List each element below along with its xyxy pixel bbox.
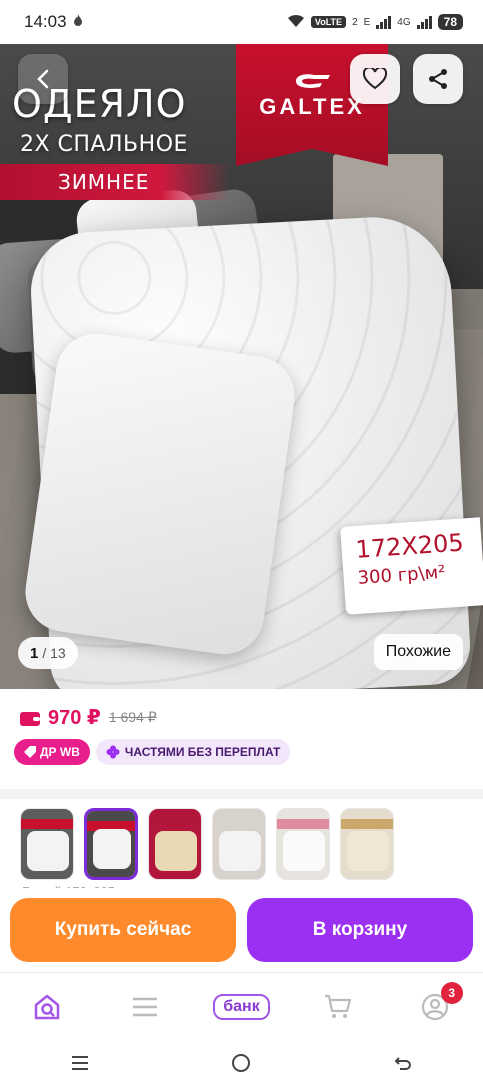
bank-label: банк (213, 993, 270, 1020)
image-counter-total: / 13 (42, 645, 66, 661)
favorite-button[interactable] (350, 54, 400, 104)
buy-now-button[interactable]: Купить сейчас (10, 898, 236, 962)
wallet-icon (20, 711, 40, 726)
flame-icon (73, 14, 83, 30)
nav-bank[interactable]: банк (211, 982, 271, 1032)
back-arrow-icon[interactable] (394, 1055, 412, 1076)
variant-thumb[interactable] (212, 808, 266, 880)
price-row: 970 ₽ 1 694 ₽ (20, 705, 157, 730)
size-density: 300 гр\м² (356, 561, 447, 589)
cart-icon (325, 994, 352, 1018)
nav-catalog[interactable] (115, 982, 175, 1032)
nav-cart[interactable] (308, 982, 368, 1032)
variant-thumb[interactable] (340, 808, 394, 880)
system-navigation (0, 1040, 483, 1090)
size-tag: 172X205 300 гр\м² (340, 517, 483, 615)
share-icon (429, 69, 447, 89)
status-indicators: VoLTE 2 E 4G 78 (287, 14, 463, 31)
bottom-nav: банк 3 (0, 972, 483, 1040)
promo-subtitle: 2Х СПАЛЬНОЕ (20, 132, 188, 157)
status-bar: 14:03 VoLTE 2 E 4G 78 (0, 0, 483, 44)
menu-icon (132, 997, 157, 1016)
variant-thumb-selected[interactable] (84, 808, 138, 880)
current-price: 970 ₽ (48, 707, 101, 729)
section-divider (0, 789, 483, 799)
promo-badges: ДР WB ЧАСТЯМИ БЕЗ ПЕРЕПЛАТ (14, 739, 291, 765)
signal-icon-2 (416, 15, 432, 29)
tag-icon (24, 746, 36, 758)
signal-e-label: E (363, 16, 371, 28)
installment-badge[interactable]: ЧАСТЯМИ БЕЗ ПЕРЕПЛАТ (95, 739, 291, 765)
product-image-gallery[interactable]: GALTEX ОДЕЯЛО 2Х СПАЛЬНОЕ ЗИМНЕЕ 172X205… (0, 44, 483, 689)
home-search-icon (35, 994, 60, 1019)
back-button[interactable] (18, 54, 68, 104)
nav-profile[interactable]: 3 (405, 981, 465, 1032)
old-price: 1 694 ₽ (108, 709, 157, 725)
signal-4g-label: 4G (397, 16, 411, 28)
similar-button[interactable]: Похожие (373, 634, 463, 670)
variant-thumb[interactable] (148, 808, 202, 880)
battery-indicator: 78 (437, 14, 463, 30)
heart-icon (363, 68, 387, 90)
chevron-left-icon (37, 69, 49, 89)
action-bar: Купить сейчас В корзину (0, 888, 483, 972)
size-dimensions: 172X205 (354, 528, 465, 564)
wifi-icon (287, 14, 305, 31)
image-duvet-fold (20, 328, 300, 660)
signal-icon (376, 15, 392, 29)
share-button[interactable] (413, 54, 463, 104)
promo-season: ЗИМНЕЕ (0, 164, 230, 200)
sim-label: 2 (352, 16, 358, 28)
clover-icon (106, 745, 120, 759)
image-counter-current: 1 (30, 644, 39, 662)
status-time: 14:03 (24, 12, 67, 31)
installment-badge-label: ЧАСТЯМИ БЕЗ ПЕРЕПЛАТ (124, 745, 281, 759)
variant-list (0, 799, 483, 889)
birthday-badge[interactable]: ДР WB (14, 739, 90, 765)
variant-thumb[interactable] (20, 808, 74, 880)
nav-home[interactable] (18, 982, 78, 1032)
home-circle-icon[interactable] (231, 1053, 251, 1078)
price-card: 970 ₽ 1 694 ₽ ДР WB ЧАСТЯМИ БЕЗ ПЕРЕПЛАТ (0, 689, 483, 789)
profile-notification-badge: 3 (440, 981, 463, 1004)
add-to-cart-button[interactable]: В корзину (247, 898, 473, 962)
birthday-badge-label: ДР WB (40, 745, 80, 759)
variant-thumb[interactable] (276, 808, 330, 880)
image-counter: 1 / 13 (18, 637, 78, 669)
volte-label: VoLTE (310, 16, 347, 28)
recent-apps-icon[interactable] (71, 1055, 89, 1076)
